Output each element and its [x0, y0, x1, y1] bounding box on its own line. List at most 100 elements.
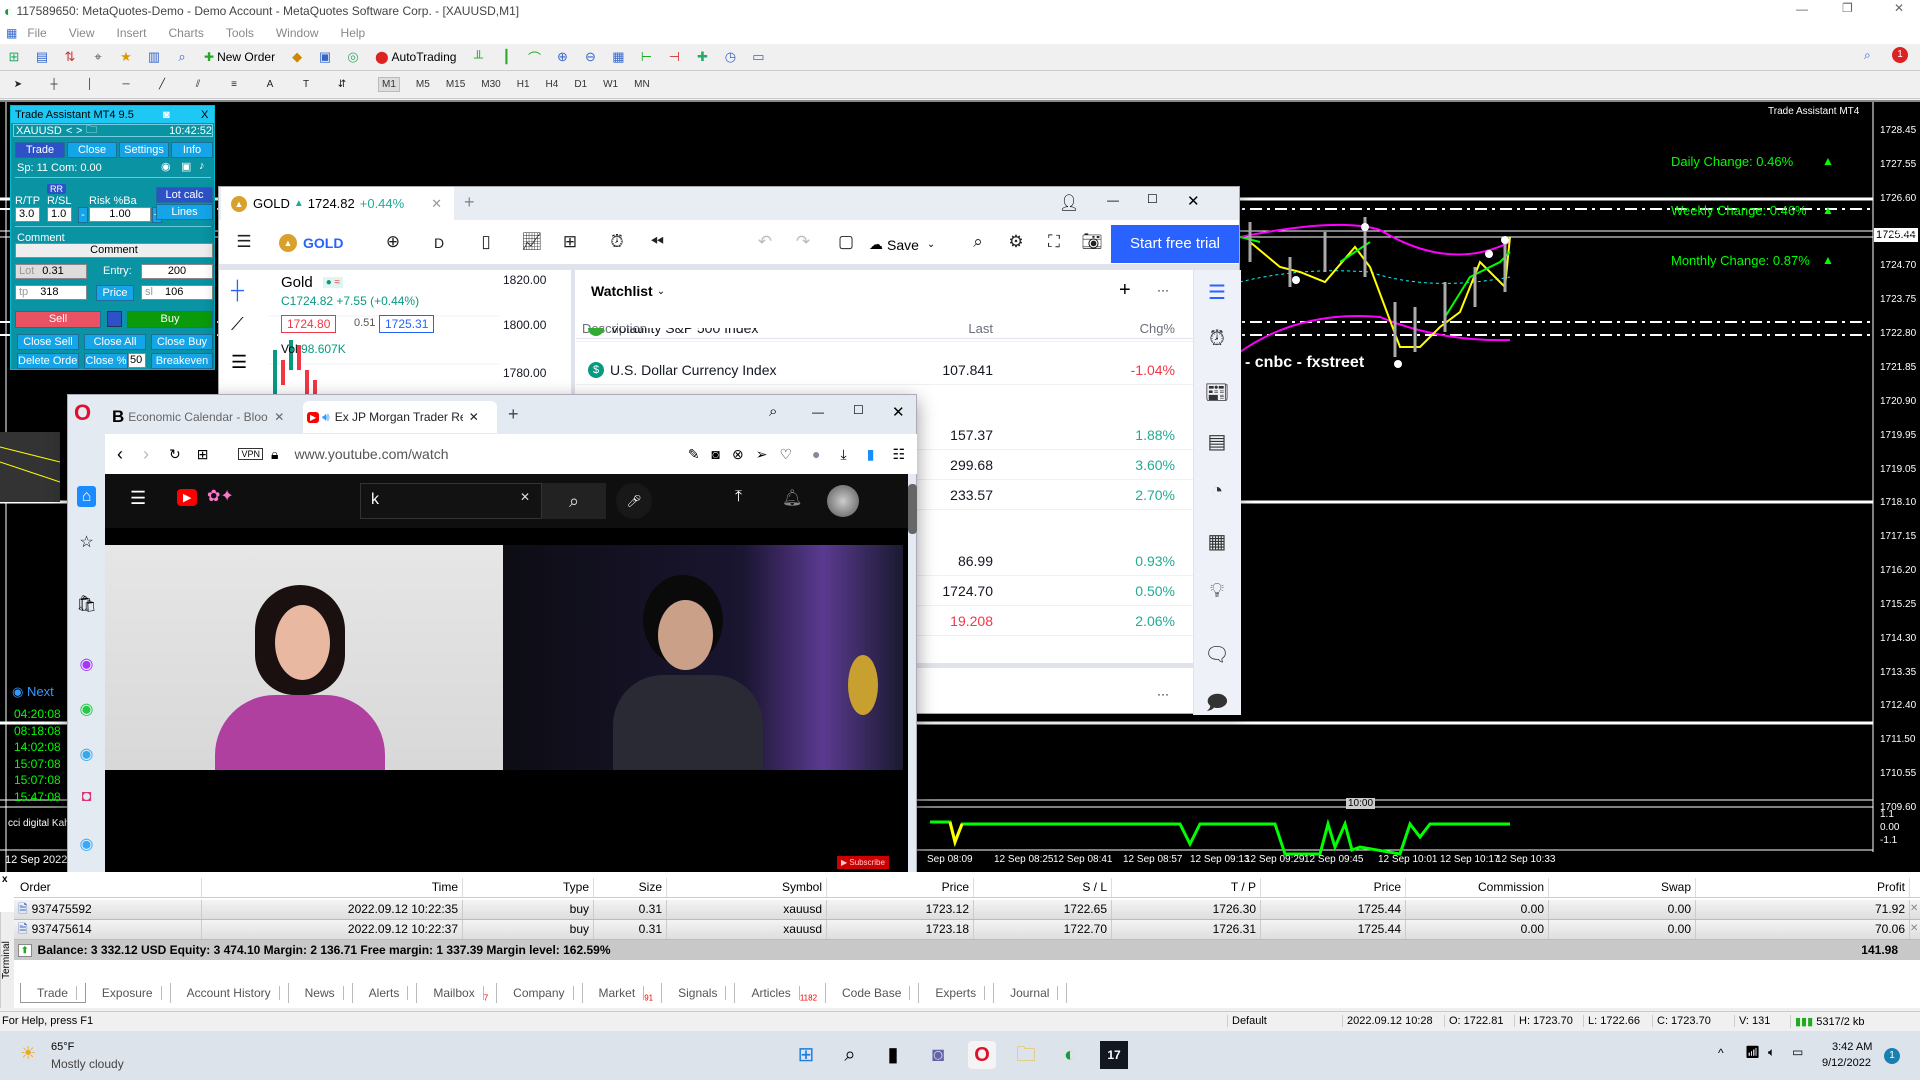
signals-icon[interactable]: ◆ — [287, 48, 307, 66]
bell-icon[interactable]: ♪ — [199, 160, 205, 172]
sell-button[interactable]: Sell — [15, 311, 101, 328]
minimize-button[interactable]: — — [812, 405, 824, 419]
timeframe-m5[interactable]: M5 — [416, 79, 430, 90]
notification-icon[interactable]: 1 — [1892, 47, 1908, 63]
sell-price-button[interactable]: 1724.80 — [281, 315, 337, 333]
download-icon[interactable]: ⤓ — [841, 446, 847, 463]
lot-calc-button[interactable]: Lot calc — [156, 187, 213, 203]
column-header[interactable]: Symbol — [667, 878, 827, 897]
close-percent-input[interactable]: 50 — [128, 353, 146, 368]
camera-icon[interactable]: 📷︎ — [1079, 232, 1105, 252]
more-options-icon[interactable]: ··· — [1157, 283, 1169, 297]
whatsapp-icon[interactable]: ◉ — [68, 699, 105, 719]
timeframe-w1[interactable]: W1 — [603, 79, 618, 90]
volume-icon[interactable]: 🔈︎ — [1768, 1045, 1775, 1060]
terminal-tab-company[interactable]: Company — [497, 983, 583, 1003]
tab-close-icon[interactable]: ✕ — [469, 410, 479, 424]
tester-icon[interactable]: ⌕ — [172, 48, 192, 66]
indicators-icon[interactable]: 📈︎ — [519, 232, 545, 252]
order-row[interactable]: 🗎 937475592 2022.09.12 10:22:35 buy 0.31 xauu… — [14, 900, 1920, 920]
timeframe-d1[interactable]: D1 — [574, 79, 587, 90]
menu-help[interactable]: Help — [341, 26, 366, 40]
bookmarks-icon[interactable]: ☆ — [68, 532, 105, 552]
calendar-icon[interactable]: ▦ — [1194, 529, 1240, 554]
undo-icon[interactable]: ↶ — [752, 232, 778, 252]
equidistant-channel-icon[interactable]: ⫽ — [188, 76, 208, 94]
vpn-badge[interactable]: VPN — [238, 448, 263, 460]
column-header[interactable]: T / P — [1112, 878, 1261, 897]
telegram-icon[interactable]: ◉ — [68, 744, 105, 764]
terminal-icon[interactable]: ▥ — [144, 48, 164, 66]
weather-icon[interactable]: ☀︎ — [20, 1043, 36, 1064]
zoom-in-icon[interactable]: ⊕ — [552, 48, 572, 66]
home-icon[interactable]: ⌂ — [76, 486, 97, 507]
timeframe-h4[interactable]: H4 — [546, 79, 559, 90]
messenger-icon[interactable]: ◉ — [68, 654, 105, 674]
profile-icon[interactable]: ● — [812, 446, 820, 462]
risk-input[interactable]: 1.00 — [89, 207, 151, 222]
redo-icon[interactable]: ↷ — [790, 232, 816, 252]
wifi-icon[interactable]: 📶︎ — [1745, 1045, 1760, 1059]
news-icon[interactable]: 📰︎ — [1194, 380, 1240, 405]
entry-input[interactable]: 200 — [141, 264, 213, 279]
new-tab-icon[interactable]: + — [508, 404, 519, 425]
opera-taskbar-icon[interactable]: O — [968, 1041, 996, 1069]
tile-windows-icon[interactable]: ▦ — [608, 48, 628, 66]
layout-icon[interactable]: ▢ — [833, 232, 859, 252]
arrows-icon[interactable]: ⇵ — [332, 76, 352, 94]
upload-icon[interactable]: ⤒ — [735, 488, 742, 506]
easy-setup-icon[interactable]: ☷ — [892, 446, 905, 463]
settings-icon[interactable]: ⚙︎ — [1003, 232, 1029, 252]
tv-tab-gold[interactable]: ▲ GOLD ▲ 1724.82 +0.44% ✕ — [221, 187, 454, 220]
battery-icon[interactable]: ▭ — [1792, 1045, 1803, 1059]
ta-close-button[interactable]: X — [201, 109, 208, 121]
templates-icon[interactable]: ▭ — [748, 48, 768, 66]
candles-icon[interactable]: ▯ — [473, 232, 499, 252]
timeframe-m1[interactable]: M1 — [378, 77, 400, 92]
symbol-search-button[interactable]: ▲ GOLD — [279, 234, 343, 252]
terminal-close-icon[interactable]: x — [2, 874, 8, 885]
column-header[interactable]: S / L — [974, 878, 1112, 897]
ta-tab-close[interactable]: Close — [67, 142, 117, 158]
breakeven-button[interactable]: Breakeven — [151, 353, 213, 369]
scrollbar[interactable] — [908, 484, 917, 534]
column-header[interactable]: Commission — [1406, 878, 1549, 897]
opera-logo-icon[interactable]: O — [74, 400, 91, 426]
edit-icon[interactable]: ✎ — [688, 446, 700, 463]
tab-close-icon[interactable]: ✕ — [274, 410, 284, 424]
back-icon[interactable]: ‹ — [117, 444, 123, 465]
vertical-line-icon[interactable]: │ — [80, 76, 100, 94]
terminal-tab-account-history[interactable]: Account History — [171, 983, 289, 1003]
text-icon[interactable]: A — [260, 76, 280, 94]
new-order-button[interactable]: ✚ New Order — [204, 50, 275, 64]
search-icon[interactable]: ⌕ — [836, 1041, 864, 1069]
watchlist-row[interactable]: $ U.S. Dollar Currency Index 107.841 -1.04% — [576, 355, 1193, 385]
column-header[interactable]: Swap — [1549, 878, 1696, 897]
terminal-tab-journal[interactable]: Journal — [994, 983, 1068, 1003]
text-label-icon[interactable]: T — [296, 76, 316, 94]
reload-icon[interactable]: ↻ — [169, 446, 181, 463]
watchlist-row[interactable]: Volatility S&P 500 Index — [576, 328, 1193, 342]
prev-symbol-button[interactable]: < — [66, 125, 76, 137]
app-menu-icon[interactable]: ▦ — [6, 26, 17, 40]
crosshair-icon[interactable]: ┼ — [44, 76, 64, 94]
new-tab-icon[interactable]: + — [464, 192, 475, 213]
account-icon[interactable]: 👤︎ — [1059, 193, 1079, 213]
lock-icon[interactable]: 🔒︎ — [271, 446, 278, 463]
hotlists-icon[interactable]: ◔ — [1194, 480, 1240, 503]
close-buy-button[interactable]: Close Buy — [151, 334, 213, 350]
menu-icon[interactable]: ☰ — [231, 232, 257, 252]
twitter-icon[interactable]: ◉ — [68, 834, 105, 854]
adblock-icon[interactable]: ⊗ — [732, 446, 744, 463]
candlestick-icon[interactable]: ┃ — [496, 48, 516, 66]
clock-time[interactable]: 3:42 AM — [1832, 1041, 1872, 1053]
vps-icon[interactable]: ◎ — [343, 48, 363, 66]
timeframe-mn[interactable]: MN — [634, 79, 650, 90]
notifications-icon[interactable]: 🔔︎ — [782, 488, 802, 508]
doodle-icon[interactable]: ✿✦ — [207, 486, 234, 506]
ta-tab-settings[interactable]: Settings — [119, 142, 169, 158]
browser-tab[interactable]: B Economic Calendar - Bloomberg ✕ — [108, 401, 296, 433]
subscribe-badge[interactable]: ▶ Subscribe — [837, 856, 889, 869]
terminal-tab-signals[interactable]: Signals — [662, 983, 736, 1003]
video-left-pane[interactable] — [105, 545, 503, 770]
